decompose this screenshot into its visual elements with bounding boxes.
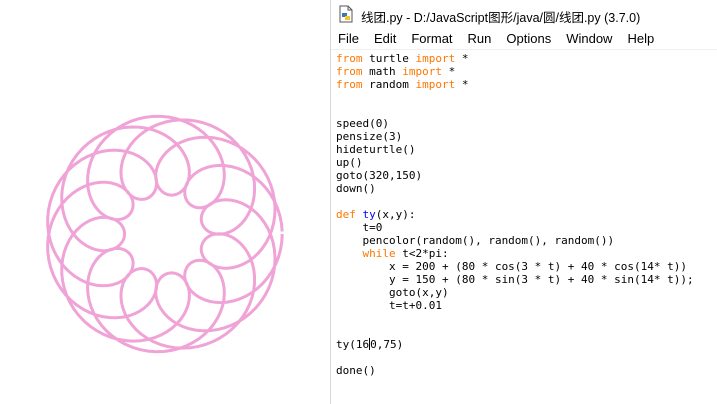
code-line: def ty(x,y): — [336, 208, 717, 221]
code-line: from turtle import * — [336, 52, 717, 65]
code-text: 0,75) — [370, 338, 404, 351]
python-file-icon — [339, 5, 353, 23]
code-text: goto(320,150) — [336, 169, 423, 182]
menu-help[interactable]: Help — [620, 28, 662, 49]
code-text: turtle — [362, 52, 416, 65]
code-keyword: from — [336, 65, 363, 78]
code-line: t=t+0.01 — [336, 299, 717, 312]
code-line: pencolor(random(), random(), random()) — [336, 234, 717, 247]
code-function-name: ty — [362, 208, 376, 221]
title-bar[interactable]: 线团.py - D:/JavaScript图形/java/圆/线团.py (3.… — [331, 0, 717, 28]
code-line: ty(160,75) — [336, 338, 717, 351]
code-line: done() — [336, 364, 717, 377]
code-text: hideturtle() — [336, 143, 416, 156]
code-line: y = 150 + (80 * sin(3 * t) + 40 * sin(14… — [336, 273, 717, 286]
code-text: random — [362, 78, 416, 91]
code-text: x = 200 + (80 * cos(3 * t) + 40 * cos(14… — [336, 260, 687, 273]
code-line: up() — [336, 156, 717, 169]
code-keyword: def — [336, 208, 356, 221]
code-text: t<2*pi: — [395, 247, 449, 260]
code-text: y = 150 + (80 * sin(3 * t) + 40 * sin(14… — [336, 273, 694, 286]
code-text: * — [455, 52, 469, 65]
code-line: t=0 — [336, 221, 717, 234]
code-text: (x,y): — [375, 208, 416, 221]
code-keyword: from — [336, 52, 363, 65]
code-keyword: from — [336, 78, 363, 91]
code-text: t=0 — [336, 221, 383, 234]
code-text: * — [455, 78, 469, 91]
code-keyword: import — [415, 78, 456, 91]
menu-options[interactable]: Options — [499, 28, 559, 49]
code-text: down() — [336, 182, 376, 195]
code-line: goto(320,150) — [336, 169, 717, 182]
code-line: pensize(3) — [336, 130, 717, 143]
idle-editor-window: 线团.py - D:/JavaScript图形/java/圆/线团.py (3.… — [330, 0, 717, 404]
turtle-canvas — [0, 0, 330, 404]
code-line: hideturtle() — [336, 143, 717, 156]
menu-file[interactable]: File — [331, 28, 367, 49]
code-text: * — [442, 65, 456, 78]
menu-format[interactable]: Format — [404, 28, 460, 49]
spirograph-drawing — [46, 114, 284, 354]
code-text: speed(0) — [336, 117, 389, 130]
code-keyword: while — [362, 247, 396, 260]
code-line: speed(0) — [336, 117, 717, 130]
menu-window[interactable]: Window — [559, 28, 620, 49]
menu-run[interactable]: Run — [461, 28, 500, 49]
code-text: up() — [336, 156, 363, 169]
code-text: t=t+0.01 — [336, 299, 442, 312]
code-editor[interactable]: from turtle import * from math import * fr… — [336, 52, 717, 404]
code-line: x = 200 + (80 * cos(3 * t) + 40 * cos(14… — [336, 260, 717, 273]
code-text: goto(x,y) — [336, 286, 449, 299]
code-line: down() — [336, 182, 717, 195]
code-text: math — [362, 65, 403, 78]
code-line: from math import * — [336, 65, 717, 78]
code-line: while t<2*pi: — [336, 247, 717, 260]
spirograph-path — [46, 114, 284, 354]
menu-bar: File Edit Format Run Options Window Help — [331, 28, 717, 50]
code-keyword: import — [415, 52, 456, 65]
code-line: from random import * — [336, 78, 717, 91]
code-text: ty(16 — [336, 338, 370, 351]
code-keyword: import — [402, 65, 442, 78]
code-line: goto(x,y) — [336, 286, 717, 299]
code-text: done() — [336, 364, 376, 377]
menu-edit[interactable]: Edit — [367, 28, 404, 49]
code-text: pencolor(random(), random(), random()) — [336, 234, 615, 247]
window-title: 线团.py - D:/JavaScript图形/java/圆/线团.py (3.… — [361, 11, 641, 25]
code-text: pensize(3) — [336, 130, 403, 143]
